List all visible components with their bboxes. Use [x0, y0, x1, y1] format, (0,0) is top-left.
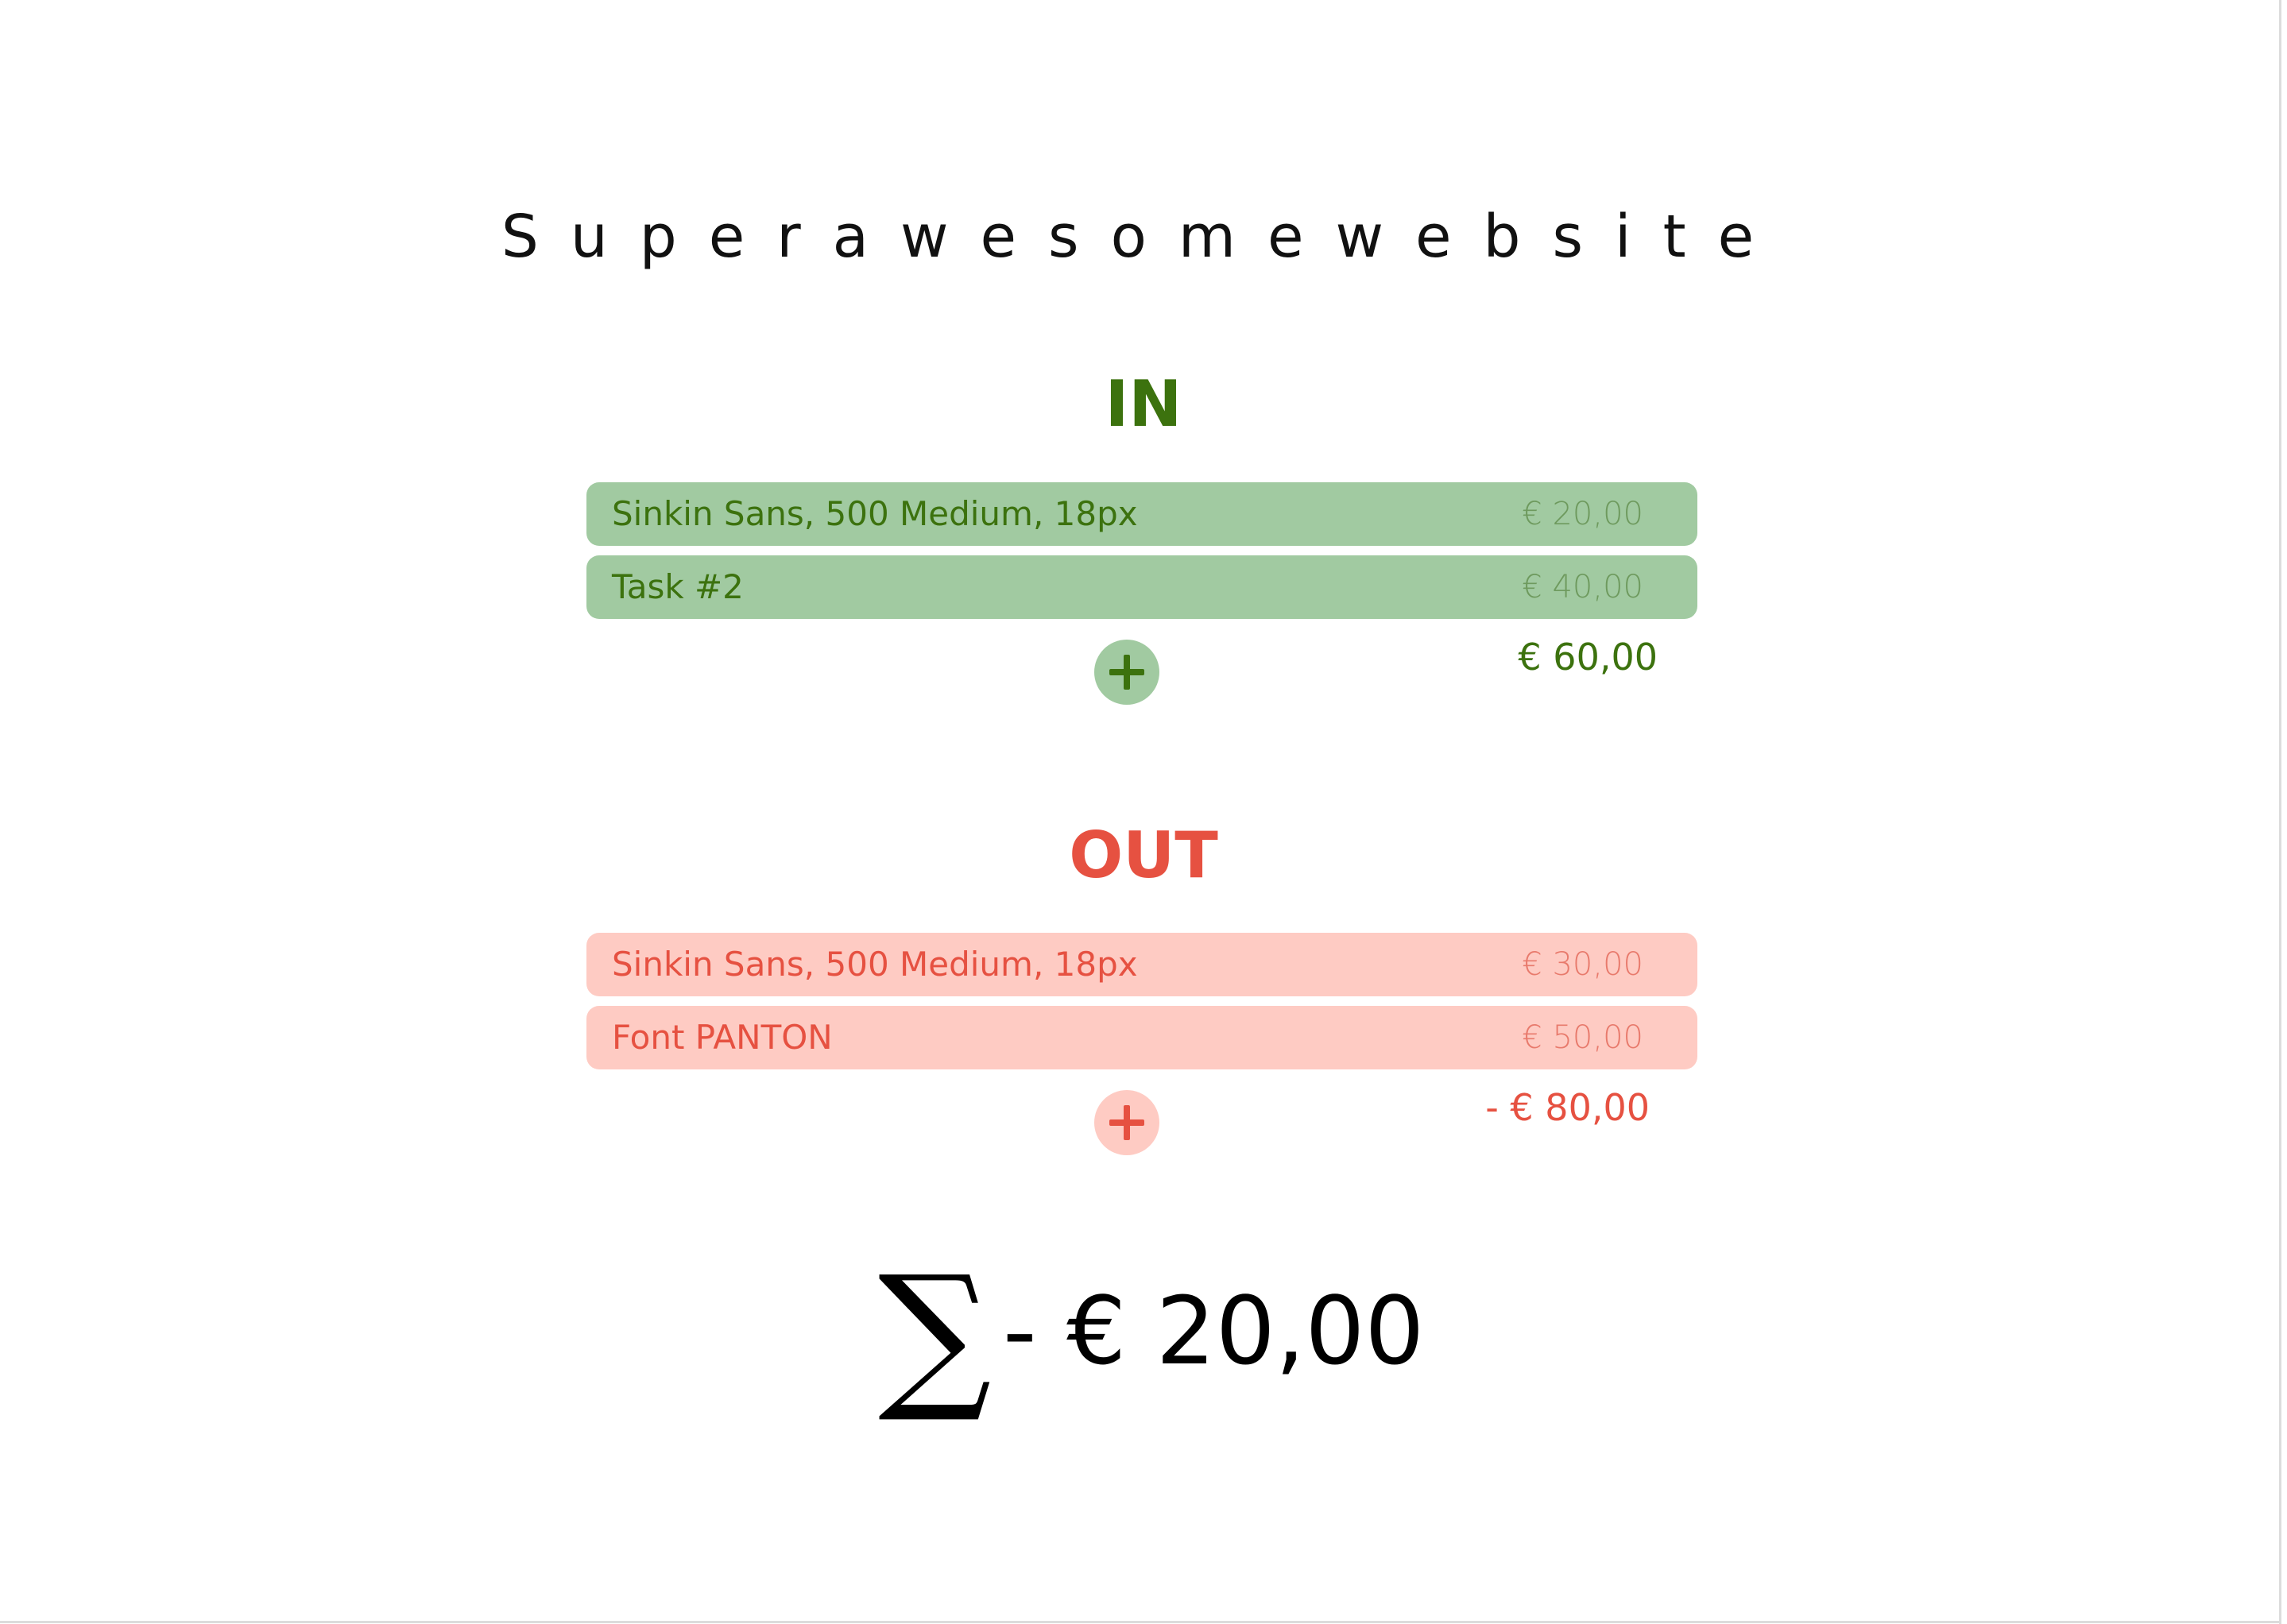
expenses-heading: OUT — [1069, 818, 1218, 892]
income-row[interactable]: Task #2 € 40,00 — [586, 555, 1697, 619]
expense-row-amount: € 50,00 — [1522, 1019, 1643, 1056]
add-income-button[interactable] — [1094, 640, 1159, 705]
income-row-label: Sinkin Sans, 500 Medium, 18px — [612, 494, 1138, 533]
expense-row-label: Font PANTON — [612, 1018, 833, 1057]
add-expense-button[interactable] — [1094, 1090, 1159, 1155]
income-subtotal: € 60,00 — [1518, 636, 1658, 679]
income-row[interactable]: Sinkin Sans, 500 Medium, 18px € 20,00 — [586, 482, 1697, 546]
window-bottom-border — [0, 1621, 2281, 1623]
income-row-amount: € 40,00 — [1522, 569, 1643, 605]
plus-icon — [1109, 655, 1144, 690]
income-row-label: Task #2 — [612, 567, 744, 606]
income-heading: IN — [1105, 367, 1182, 441]
total-value: - € 20,00 — [1003, 1276, 1425, 1386]
expense-row-label: Sinkin Sans, 500 Medium, 18px — [612, 945, 1138, 984]
income-row-amount: € 20,00 — [1522, 496, 1643, 532]
sum-icon: ∑ — [878, 1242, 992, 1427]
plus-icon — [1109, 1105, 1144, 1140]
expense-row-amount: € 30,00 — [1522, 946, 1643, 983]
expense-row[interactable]: Sinkin Sans, 500 Medium, 18px € 30,00 — [586, 933, 1697, 996]
expense-row[interactable]: Font PANTON € 50,00 — [586, 1006, 1697, 1069]
expenses-subtotal: - € 80,00 — [1485, 1086, 1650, 1129]
site-title: Superawesomewebsite — [501, 203, 1786, 271]
